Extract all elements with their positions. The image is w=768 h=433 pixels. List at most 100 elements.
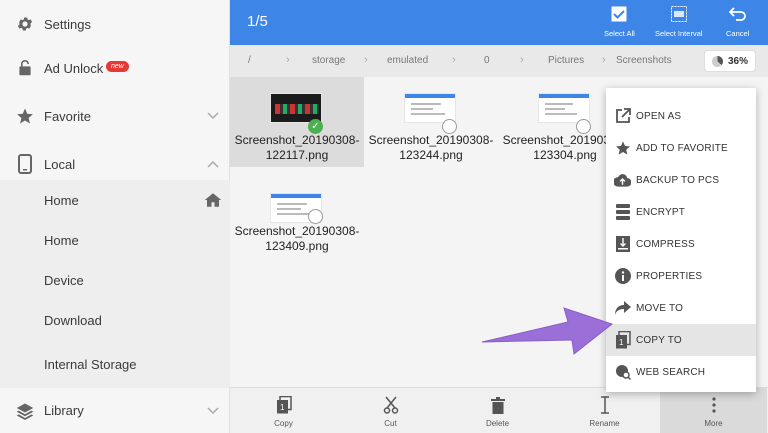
sidebar-item-download[interactable]: Download xyxy=(0,300,230,340)
layers-icon xyxy=(15,401,35,421)
more-button[interactable]: More xyxy=(660,388,767,433)
menu-item-label: COMPRESS xyxy=(636,238,695,250)
menu-item-label: OPEN AS xyxy=(636,110,682,122)
trash-icon xyxy=(488,395,508,415)
menu-item-move-to[interactable]: MOVE TO xyxy=(606,292,756,324)
sidebar-item-internal-storage[interactable]: Internal Storage xyxy=(0,340,230,388)
file-tile[interactable]: Screenshot_20190308- 123409.png xyxy=(230,177,364,267)
file-name: Screenshot_20190308- 122117.png xyxy=(230,133,364,163)
chevron-right-icon: › xyxy=(364,54,368,66)
rename-label: Rename xyxy=(589,419,620,428)
new-badge: new xyxy=(106,61,129,72)
pie-chart-icon xyxy=(711,55,723,67)
svg-text:1: 1 xyxy=(280,403,285,412)
rename-button[interactable]: Rename xyxy=(551,388,658,433)
select-all-label: Select All xyxy=(604,29,635,38)
copy-icon: 1 xyxy=(274,395,294,415)
cut-button[interactable]: Cut xyxy=(337,388,444,433)
menu-item-add-to-favorite[interactable]: ADD TO FAVORITE xyxy=(606,132,756,164)
sidebar-item-label: Local xyxy=(44,156,76,172)
more-options-menu: OPEN AS ADD TO FAVORITE BACKUP TO PCS EN… xyxy=(606,88,756,392)
file-name-line1: Screenshot_20190308- xyxy=(368,133,494,147)
file-name-line2: 123244.png xyxy=(399,148,463,162)
sidebar-item-settings[interactable]: Settings xyxy=(0,0,230,48)
select-interval-label: Select Interval xyxy=(655,29,703,38)
selection-toolbar: 1/5 Select All Select Interval Cancel xyxy=(230,0,768,45)
breadcrumb-item[interactable]: Pictures xyxy=(548,55,584,66)
undo-icon xyxy=(728,4,748,24)
select-circle[interactable] xyxy=(576,119,591,134)
menu-item-label: BACKUP TO PCS xyxy=(636,174,720,186)
sidebar-item-ad-unlock[interactable]: Ad Unlock new xyxy=(0,44,230,92)
file-name-line1: Screenshot_20190308- xyxy=(234,133,360,147)
database-lock-icon xyxy=(614,204,631,221)
menu-item-label: WEB SEARCH xyxy=(636,366,706,378)
sidebar-item-favorite[interactable]: Favorite xyxy=(0,92,230,140)
copy-button[interactable]: 1 Copy xyxy=(230,388,337,433)
file-name-line1: Screenshot_20190308- xyxy=(234,224,360,238)
select-circle[interactable] xyxy=(442,119,457,134)
globe-search-icon xyxy=(614,364,631,381)
delete-label: Delete xyxy=(485,419,510,428)
scissors-icon xyxy=(381,395,401,415)
info-icon xyxy=(614,268,631,285)
menu-item-label: ADD TO FAVORITE xyxy=(636,142,728,154)
storage-percent: 36% xyxy=(727,55,748,67)
file-tile[interactable]: Screenshot_20190308- 123244.png xyxy=(364,77,498,167)
menu-item-label: COPY TO xyxy=(636,334,682,346)
chevron-down-icon[interactable] xyxy=(206,109,220,123)
interval-select-icon xyxy=(669,4,689,24)
select-circle[interactable] xyxy=(308,209,323,224)
sidebar-item-label: Favorite xyxy=(44,108,91,124)
star-icon xyxy=(614,140,631,157)
breadcrumb-item[interactable]: 0 xyxy=(484,55,490,66)
chevron-right-icon: › xyxy=(452,54,456,66)
storage-usage-indicator[interactable]: 36% xyxy=(704,50,756,72)
breadcrumb-item[interactable]: Screenshots xyxy=(616,55,672,66)
cancel-button[interactable]: Cancel xyxy=(726,4,749,42)
chevron-right-icon: › xyxy=(602,54,606,66)
breadcrumb-item[interactable]: / xyxy=(248,55,251,66)
text-cursor-icon xyxy=(595,395,615,415)
file-name-line2: 123409.png xyxy=(265,239,329,253)
sidebar-item-home[interactable]: Home xyxy=(0,180,230,220)
sidebar-item-label: Download xyxy=(44,312,102,328)
sidebar-item-label: Library xyxy=(44,403,84,418)
home-icon xyxy=(204,191,222,209)
chevron-right-icon: › xyxy=(286,54,290,66)
menu-item-properties[interactable]: PROPERTIES xyxy=(606,260,756,292)
selected-check-icon[interactable]: ✓ xyxy=(308,119,323,134)
lock-icon xyxy=(15,58,35,78)
menu-item-label: ENCRYPT xyxy=(636,206,686,218)
cloud-upload-icon xyxy=(614,172,631,189)
open-external-icon xyxy=(614,108,631,125)
select-all-button[interactable]: Select All xyxy=(604,4,635,42)
menu-item-open-as[interactable]: OPEN AS xyxy=(606,100,756,132)
sidebar-item-label: Internal Storage xyxy=(44,356,137,372)
file-tile[interactable]: ✓ Screenshot_20190308- 122117.png xyxy=(230,77,364,167)
sidebar-item-library[interactable]: Library xyxy=(0,388,230,433)
cancel-label: Cancel xyxy=(726,29,750,38)
sidebar-item-label: Home xyxy=(44,192,79,208)
more-label: More xyxy=(704,419,723,428)
file-name-line2: 122117.png xyxy=(265,148,329,162)
menu-item-label: PROPERTIES xyxy=(636,270,703,282)
checkbox-icon xyxy=(609,4,629,24)
file-name: Screenshot_20190308- 123244.png xyxy=(364,133,498,163)
menu-item-encrypt[interactable]: ENCRYPT xyxy=(606,196,756,228)
chevron-right-icon: › xyxy=(520,54,524,66)
menu-item-backup-to-pcs[interactable]: BACKUP TO PCS xyxy=(606,164,756,196)
sidebar-item-device[interactable]: Device xyxy=(0,260,230,300)
select-interval-button[interactable]: Select Interval xyxy=(655,4,703,42)
chevron-down-icon[interactable] xyxy=(206,404,220,418)
breadcrumb-item[interactable]: emulated xyxy=(387,55,428,66)
breadcrumb: / › storage › emulated › 0 › Pictures › … xyxy=(230,45,768,77)
menu-item-compress[interactable]: COMPRESS xyxy=(606,228,756,260)
breadcrumb-item[interactable]: storage xyxy=(312,55,345,66)
menu-item-web-search[interactable]: WEB SEARCH xyxy=(606,356,756,388)
delete-button[interactable]: Delete xyxy=(444,388,551,433)
sidebar-item-label: Settings xyxy=(44,16,91,32)
menu-item-copy-to[interactable]: 1 COPY TO xyxy=(606,324,756,356)
sidebar-item-home-2[interactable]: Home xyxy=(0,220,230,260)
chevron-up-icon[interactable] xyxy=(206,157,220,171)
